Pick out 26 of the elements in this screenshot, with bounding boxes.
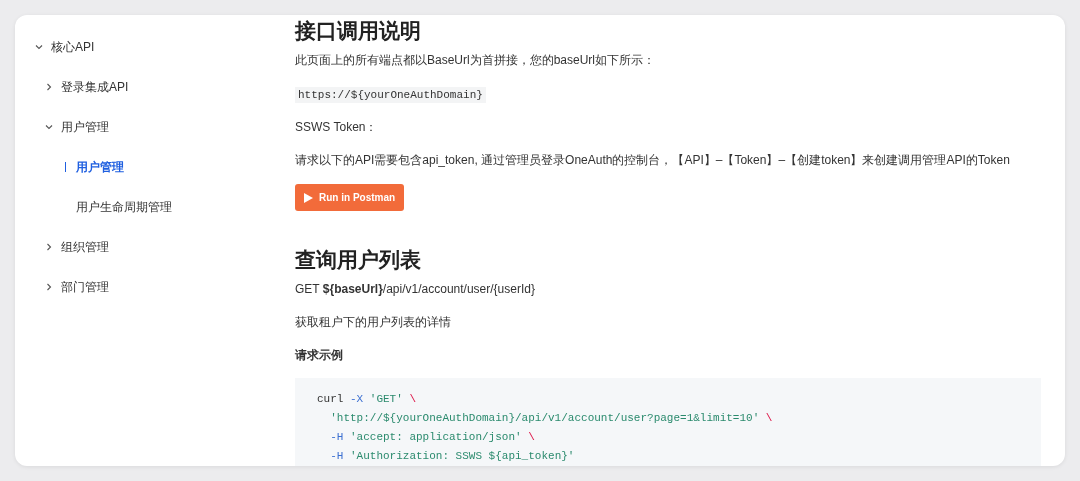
- code-line: -H 'accept: application/json' \: [330, 431, 535, 443]
- paragraph: 请求以下的API需要包含api_token, 通过管理员登录OneAuth的控制台，【API】–【Token】–【创建token】来创建调用管理API的Token: [295, 152, 1011, 169]
- sidebar-item[interactable]: 用户生命周期管理: [76, 198, 172, 216]
- chevron-icon: [45, 83, 53, 91]
- code-line: -H 'Authorization: SSWS ${api_token}': [330, 450, 575, 462]
- section-heading: 查询用户列表: [295, 247, 422, 273]
- chevron-icon: [45, 243, 53, 251]
- sidebar-item[interactable]: 部门管理: [61, 278, 109, 296]
- paragraph: 此页面上的所有端点都以BaseUrl为首拼接，您的baseUrl如下所示：: [295, 52, 657, 69]
- code-line: 'http://${yourOneAuthDomain}/api/v1/account/user?page=1&limit=10' \: [330, 412, 773, 424]
- paragraph: SSWS Token：: [295, 119, 379, 136]
- play-icon: [304, 192, 313, 203]
- subheading: 请求示例: [295, 347, 344, 364]
- section-heading: 接口调用说明: [295, 18, 422, 44]
- sidebar-item[interactable]: 组织管理: [61, 238, 109, 256]
- sidebar-item[interactable]: 登录集成API: [61, 78, 129, 96]
- paragraph: 获取租户下的用户列表的详情: [295, 314, 452, 331]
- code-line: curl -X 'GET' \: [317, 393, 417, 405]
- chevron-icon: [45, 123, 53, 131]
- sidebar-item[interactable]: 用户管理: [76, 158, 124, 176]
- sidebar-item[interactable]: 用户管理: [61, 118, 109, 136]
- paragraph: GET ${baseUrl}/api/v1/account/user/{userId}: [295, 281, 536, 298]
- sidebar-item[interactable]: 核心API: [51, 38, 95, 56]
- chevron-icon: [45, 283, 53, 291]
- inline-code: https://${yourOneAuthDomain}: [295, 87, 486, 103]
- chevron-icon: [35, 43, 43, 51]
